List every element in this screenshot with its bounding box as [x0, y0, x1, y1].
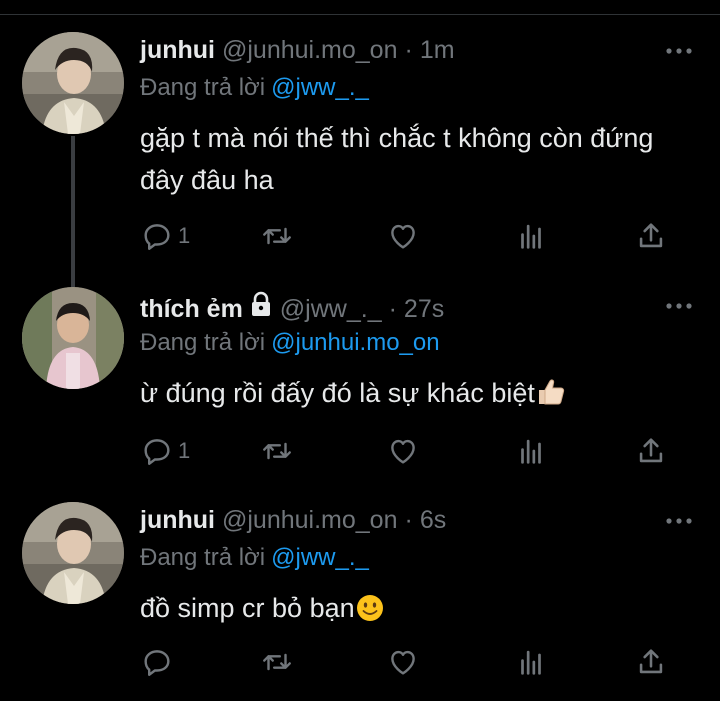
share-button[interactable]	[634, 431, 668, 471]
reply-icon	[144, 650, 170, 676]
views-button[interactable]	[514, 216, 548, 256]
user-handle[interactable]: @junhui.mo_on	[222, 506, 398, 535]
top-divider	[0, 0, 720, 15]
avatar-jww[interactable]	[22, 287, 124, 389]
tweet-header: junhui @junhui.mo_on · 6s	[140, 506, 446, 538]
timestamp[interactable]: 6s	[420, 506, 446, 535]
more-icon[interactable]	[666, 46, 692, 56]
retweet-icon	[263, 227, 291, 245]
separator-dot: ·	[404, 506, 413, 534]
reply-button[interactable]: 1	[140, 431, 190, 471]
retweet-button[interactable]	[260, 216, 294, 256]
lock-icon	[251, 291, 270, 316]
reply-mention[interactable]: @junhui.mo_on	[271, 329, 439, 356]
replying-to: Đang trả lời @jww_._	[140, 544, 369, 572]
reply-button[interactable]	[140, 642, 174, 682]
timestamp[interactable]: 1m	[420, 36, 455, 65]
separator-dot: ·	[404, 36, 413, 64]
retweet-icon	[263, 442, 291, 460]
action-bar: 1	[140, 216, 700, 256]
views-icon	[521, 650, 541, 675]
tweet-text: đồ simp cr bỏ bạn	[140, 587, 700, 629]
like-button[interactable]	[386, 216, 420, 256]
smiling-face-emoji	[356, 595, 383, 621]
action-bar	[140, 642, 700, 682]
reply-icon	[144, 224, 170, 250]
tweet-2[interactable]: thích ẻm @jww_._ · 27s Đang trả lời @junh…	[0, 287, 720, 487]
avatar-junhui[interactable]	[22, 32, 124, 134]
replying-prefix: Đang trả lời	[140, 544, 266, 571]
tweet-3[interactable]: junhui @junhui.mo_on · 6s Đang trả lời @j…	[0, 502, 720, 701]
views-button[interactable]	[514, 642, 548, 682]
like-icon	[391, 439, 415, 464]
like-button[interactable]	[386, 431, 420, 471]
timestamp[interactable]: 27s	[404, 295, 444, 324]
share-icon	[639, 649, 663, 674]
more-icon[interactable]	[666, 301, 692, 311]
share-icon	[639, 438, 663, 463]
tweet-header: junhui @junhui.mo_on · 1m	[140, 36, 455, 68]
like-icon	[391, 224, 415, 249]
replying-prefix: Đang trả lời	[140, 329, 266, 356]
share-button[interactable]	[634, 216, 668, 256]
display-name[interactable]: thích ẻm	[140, 295, 243, 324]
share-button[interactable]	[634, 642, 668, 682]
like-button[interactable]	[386, 642, 420, 682]
views-button[interactable]	[514, 431, 548, 471]
retweet-button[interactable]	[260, 431, 294, 471]
separator-dot: ·	[388, 295, 397, 323]
share-icon	[639, 223, 663, 248]
tweet-body: gặp t mà nói thế thì chắc t không còn đứ…	[140, 123, 654, 195]
replying-prefix: Đang trả lời	[140, 74, 266, 101]
views-icon	[521, 224, 541, 249]
replying-to: Đang trả lời @junhui.mo_on	[140, 329, 440, 357]
tweet-body: đồ simp cr bỏ bạn	[140, 593, 355, 623]
reply-button[interactable]: 1	[140, 216, 190, 256]
reply-count: 1	[178, 223, 191, 248]
views-icon	[521, 439, 541, 464]
reply-count: 1	[178, 438, 191, 463]
reply-mention[interactable]: @jww_._	[271, 544, 369, 571]
retweet-icon	[263, 653, 291, 671]
avatar-junhui[interactable]	[22, 502, 124, 604]
replying-to: Đang trả lời @jww_._	[140, 74, 369, 102]
like-icon	[391, 650, 415, 675]
user-handle[interactable]: @jww_._	[280, 295, 382, 324]
retweet-button[interactable]	[260, 642, 294, 682]
user-handle[interactable]: @junhui.mo_on	[222, 36, 398, 65]
more-icon[interactable]	[666, 516, 692, 526]
reply-mention[interactable]: @jww_._	[271, 74, 369, 101]
tweet-body: ừ đúng rồi đấy đó là sự khác biệt	[140, 378, 535, 408]
thumbs-up-emoji	[538, 379, 564, 405]
display-name[interactable]: junhui	[140, 506, 215, 535]
display-name[interactable]: junhui	[140, 36, 215, 65]
action-bar: 1	[140, 431, 700, 471]
tweet-text: gặp t mà nói thế thì chắc t không còn đứ…	[140, 117, 700, 201]
tweet-text: ừ đúng rồi đấy đó là sự khác biệt	[140, 372, 700, 414]
reply-icon	[144, 439, 170, 465]
tweet-header: thích ẻm @jww_._ · 27s	[140, 291, 444, 323]
tweet-1[interactable]: junhui @junhui.mo_on · 1m Đang trả lời @j…	[0, 32, 720, 316]
